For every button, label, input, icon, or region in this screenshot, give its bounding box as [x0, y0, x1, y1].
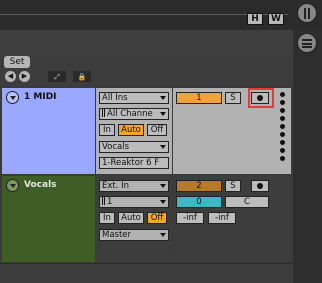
output-type-select[interactable]: Vocals: [99, 141, 169, 153]
track-fold-icon[interactable]: [6, 91, 19, 104]
tracks-bottom-area: [0, 263, 293, 283]
clip-slot-dot[interactable]: [280, 92, 285, 97]
w-button[interactable]: W: [268, 13, 284, 25]
arm-highlight: [248, 88, 274, 108]
clip-slot-dot[interactable]: [280, 124, 285, 129]
lock-icon[interactable]: 🔒: [73, 71, 91, 82]
clip-slot-dot[interactable]: [280, 148, 285, 153]
chevron-down-icon: [160, 112, 166, 116]
input-type-select[interactable]: All Ins: [99, 92, 169, 104]
peak-left-field[interactable]: -inf: [176, 212, 204, 224]
pause-icon[interactable]: [297, 3, 317, 23]
chevron-down-icon: [160, 233, 166, 237]
channel-icon: [102, 197, 105, 205]
peak-right-field[interactable]: -inf: [208, 212, 236, 224]
volume-field[interactable]: 0: [176, 196, 222, 208]
output-type-select[interactable]: Master: [99, 229, 169, 241]
record-icon: [257, 183, 263, 189]
set-bar: [0, 52, 293, 86]
solo-button[interactable]: S: [225, 92, 241, 104]
track-activator[interactable]: 1: [176, 92, 222, 104]
input-channel-select[interactable]: 1: [99, 196, 169, 208]
right-toolbar: [293, 30, 322, 283]
chevron-down-icon: [160, 96, 166, 100]
track-mixer-midi: 1 S: [173, 88, 277, 174]
track-activator[interactable]: 2: [176, 180, 222, 192]
chevron-down-icon: [160, 145, 166, 149]
clip-slot-dot[interactable]: [280, 116, 285, 121]
track-name: 1 MIDI: [24, 92, 57, 102]
input-type-select[interactable]: Ext. In: [99, 180, 169, 192]
arm-button[interactable]: [251, 180, 269, 192]
clip-slot-dot[interactable]: [280, 100, 285, 105]
solo-button[interactable]: S: [225, 180, 241, 192]
track-header-midi[interactable]: 1 MIDI: [2, 88, 95, 174]
clip-slot-dot[interactable]: [280, 156, 285, 161]
output-channel-select[interactable]: 1-Reaktor 6 F: [99, 157, 169, 169]
monitor-in-button[interactable]: In: [99, 212, 115, 224]
monitor-off-button[interactable]: Off: [147, 212, 167, 224]
clip-slot-dot[interactable]: [280, 140, 285, 145]
monitor-auto-button[interactable]: Auto: [118, 212, 144, 224]
pan-field[interactable]: C: [225, 196, 269, 208]
chevron-down-icon: [160, 184, 166, 188]
chevron-down-icon: [160, 200, 166, 204]
track-fold-icon[interactable]: [6, 179, 19, 192]
track-io-midi: All Ins All Channe In Auto Off Vocals 1-…: [96, 88, 172, 174]
monitor-auto-button[interactable]: Auto: [118, 124, 144, 136]
track-io-vocals: Ext. In 1 In Auto Off Master: [96, 176, 172, 262]
h-button[interactable]: H: [247, 13, 263, 25]
track-name: Vocals: [24, 180, 57, 190]
track-mixer-vocals: 2 S 0 C -inf -inf: [173, 176, 277, 262]
nav-right-icon[interactable]: ▶: [19, 71, 30, 82]
clip-stop-column-vocals: [277, 176, 291, 262]
clip-slot-dot[interactable]: [280, 132, 285, 137]
track-header-vocals[interactable]: Vocals: [2, 176, 95, 262]
menu-lines-icon[interactable]: [297, 33, 317, 53]
clip-stop-column: [277, 88, 291, 174]
monitor-in-button[interactable]: In: [99, 124, 115, 136]
nav-left-icon[interactable]: ◀: [5, 71, 16, 82]
clip-slot-dot[interactable]: [280, 108, 285, 113]
monitor-off-button[interactable]: Off: [147, 124, 167, 136]
input-channel-select[interactable]: All Channe: [99, 108, 169, 120]
set-label[interactable]: Set: [4, 56, 30, 68]
top-divider: [0, 14, 288, 15]
expand-icon[interactable]: ⤢: [48, 71, 66, 82]
channel-icon: [102, 109, 105, 117]
